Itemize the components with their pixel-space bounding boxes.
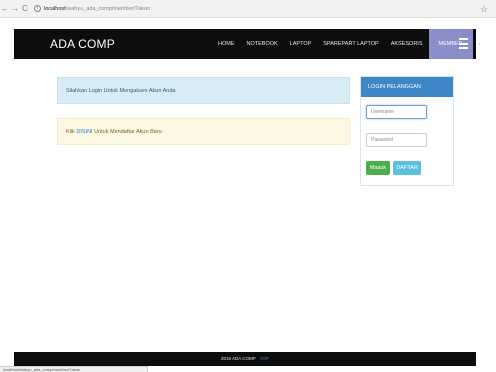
bookmark-star-icon[interactable]: ☆: [480, 0, 488, 18]
brand-logo[interactable]: ADA COMP: [50, 29, 115, 59]
info-icon[interactable]: i: [34, 5, 41, 12]
register-text-pre: Klik: [66, 129, 77, 135]
menu-item-notebook[interactable]: NOTEBOOK: [241, 29, 284, 59]
browser-toolbar: ← → C i localhost/wahyu_ada_comp/member/…: [0, 0, 496, 18]
password-input[interactable]: Password: [366, 133, 427, 147]
footer-top-link[interactable]: TOP: [260, 356, 269, 361]
main-menu: HOME NOTEBOOK LAPTOP SPAREPART LAPTOP AK…: [212, 29, 481, 59]
reload-icon[interactable]: C: [20, 0, 30, 18]
menu-item-aksesoris[interactable]: AKSESORIS: [385, 29, 429, 59]
login-panel-title: LOGIN PELANGGAN: [361, 77, 453, 97]
daftar-button[interactable]: DAFTAR: [393, 161, 421, 175]
register-text-post: Untuk Mendaftar Akun Baru: [92, 129, 162, 135]
page-footer: 2016 ADA COMP TOP: [14, 352, 476, 366]
url-path: /wahyu_ada_comp/member/?akun: [65, 5, 151, 12]
hamburger-menu-icon[interactable]: [459, 38, 468, 49]
address-bar[interactable]: i localhost/wahyu_ada_comp/member/?akun: [34, 2, 150, 15]
dropdown-caret-icon[interactable]: ▾: [479, 29, 481, 59]
login-info-alert: Silahkan Login Untuk Mengakses Akun Anda: [57, 77, 350, 104]
register-alert: Klik DISINI Untuk Mendaftar Akun Baru: [57, 118, 350, 145]
username-input[interactable]: Username: [366, 105, 427, 119]
menu-item-sparepart-laptop[interactable]: SPAREPART LAPTOP: [317, 29, 384, 59]
menu-item-laptop[interactable]: LAPTOP: [284, 29, 318, 59]
footer-copyright: 2016 ADA COMP: [221, 356, 256, 361]
login-panel: LOGIN PELANGGAN Username Password Masuk …: [360, 76, 454, 186]
masuk-button[interactable]: Masuk: [366, 161, 390, 175]
register-link[interactable]: DISINI: [76, 129, 92, 135]
url-host: localhost: [44, 5, 66, 12]
forward-arrow-icon[interactable]: →: [10, 0, 20, 18]
status-bar-url: localhost/wahyu_ada_comp/member/?akun: [0, 366, 148, 372]
top-navbar: ADA COMP HOME NOTEBOOK LAPTOP SPAREPART …: [14, 29, 481, 59]
menu-item-home[interactable]: HOME: [212, 29, 241, 59]
back-arrow-icon[interactable]: ←: [0, 0, 10, 18]
